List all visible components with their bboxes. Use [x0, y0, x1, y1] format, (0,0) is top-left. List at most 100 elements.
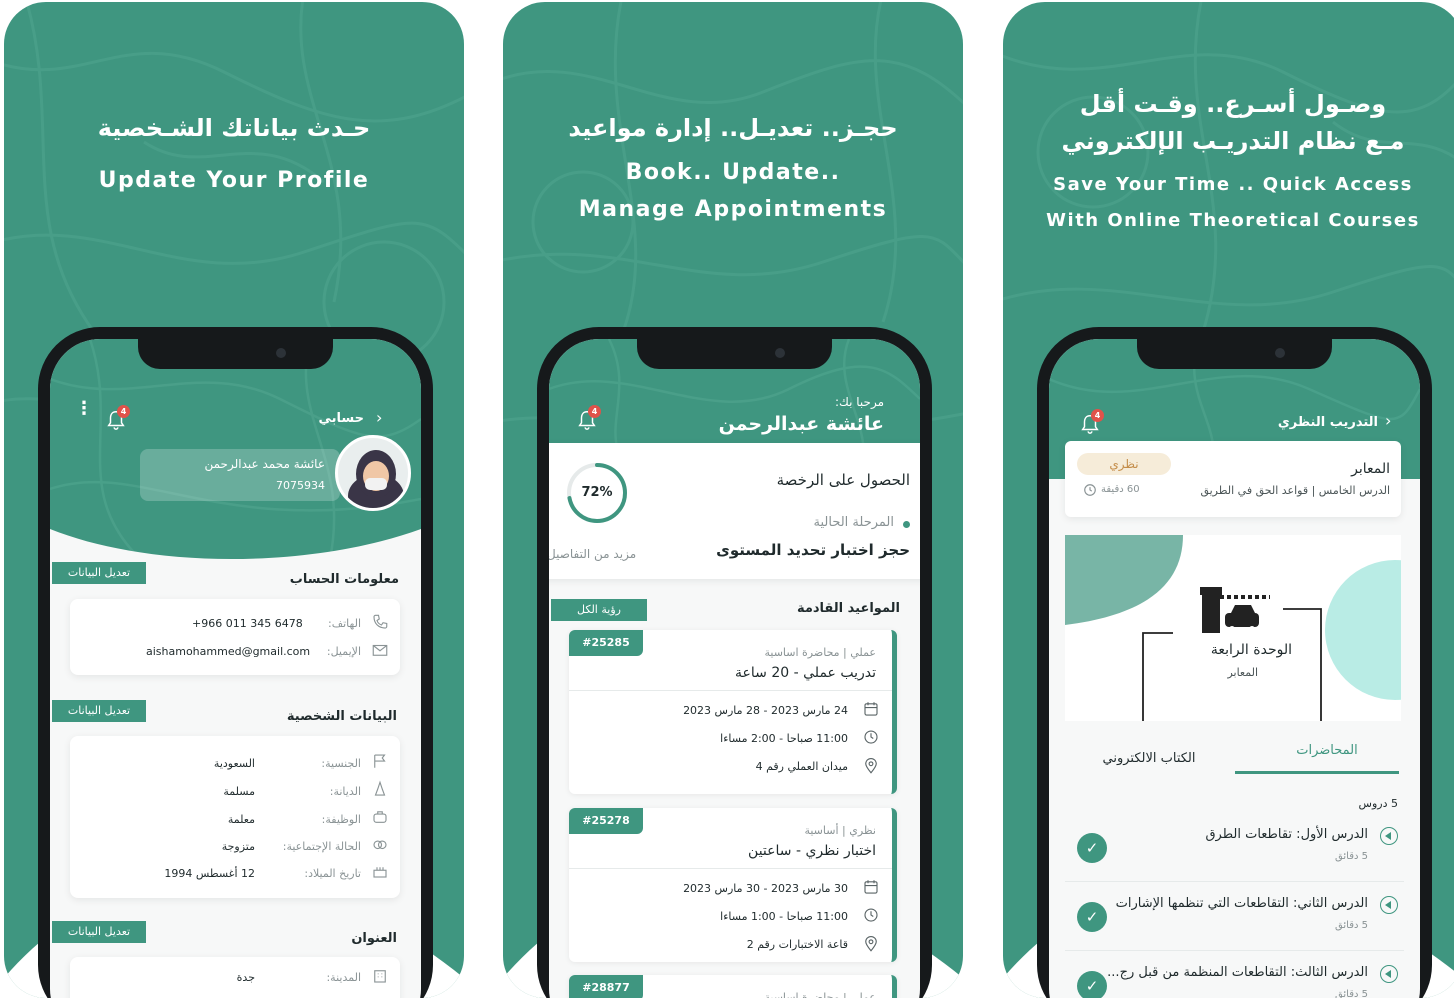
phone-value: +966 011 345 6478 — [192, 617, 303, 630]
phone-frame: › التدريب النظري 4 المعابر نظري الدرس ال… — [1037, 327, 1432, 998]
location-pin-icon — [865, 758, 877, 774]
cake-icon — [373, 867, 387, 878]
city-label: المدينة: — [326, 971, 361, 984]
appointment-card[interactable]: #28877 عملي | محاضرة اساسية — [569, 975, 897, 998]
headline-arabic: حـدث بياناتك الشـخصية — [97, 114, 371, 142]
more-menu-icon[interactable]: ⋮ — [75, 400, 93, 418]
divider — [1065, 881, 1404, 882]
marital-label: الحالة الإجتماعية: — [282, 840, 361, 853]
appointment-date: 30 مارس 2023 - 30 مارس 2023 — [683, 882, 848, 895]
appointment-card[interactable]: #25285 عملي | محاضرة اساسية تدريب عملي -… — [569, 630, 897, 794]
appointment-name: اختبار نظري - ساعتين — [748, 843, 876, 859]
avatar[interactable] — [335, 435, 411, 511]
tab-ebook[interactable]: الكتاب الالكتروني — [1069, 751, 1229, 766]
course-subtitle: الدرس الخامس | قواعد الحق في الطريق — [1200, 484, 1390, 497]
flag-icon — [374, 754, 386, 768]
appointment-id: #25278 — [569, 808, 643, 834]
tab-lectures[interactable]: المحاضرات — [1245, 743, 1409, 758]
more-details-link[interactable]: مزيد من التفاصيل — [549, 547, 636, 561]
phone-icon — [373, 614, 388, 629]
account-info-card — [70, 599, 400, 675]
phone-frame: › حسابي 4 ⋮ عائشة محمد عبدالرحمن 7075934… — [38, 327, 433, 998]
lesson-duration: 5 دقائق — [1335, 920, 1368, 931]
job-label: الوظيفة: — [321, 813, 361, 826]
notification-badge: 4 — [588, 405, 601, 418]
back-chevron-icon[interactable]: › — [376, 408, 382, 427]
birthdate-label: تاريخ الميلاد: — [304, 867, 361, 880]
appointment-time: 11:00 صباحا - 2:00 مساءا — [720, 732, 848, 745]
user-name: عائشة محمد عبدالرحمن — [204, 457, 325, 471]
pray-icon — [374, 780, 386, 796]
checkmark-icon: ✓ — [1077, 902, 1107, 932]
progress-percent: 72% — [581, 485, 613, 500]
divider — [569, 690, 892, 691]
edit-personal-button[interactable]: تعديل البيانات — [52, 700, 146, 722]
play-icon[interactable] — [1380, 896, 1398, 914]
headline-english-line1: Book.. Update.. — [625, 160, 841, 185]
clock-icon — [1084, 484, 1096, 496]
edit-account-button[interactable]: تعديل البيانات — [52, 562, 146, 584]
course-duration: 60 دقيقة — [1101, 484, 1140, 495]
appointment-type: نظري | أساسية — [804, 824, 876, 837]
phone-screen: › التدريب النظري 4 المعابر نظري الدرس ال… — [1049, 339, 1420, 998]
section-title-account: معلومات الحساب — [289, 572, 399, 587]
nationality-label: الجنسية: — [321, 757, 361, 770]
lesson-title[interactable]: الدرس الثالث: التقاطعات المنظمة من قبل ر… — [1107, 965, 1368, 980]
phone-label: الهاتف: — [328, 617, 361, 630]
play-icon[interactable] — [1380, 965, 1398, 983]
headline-arabic: حجـز.. تعديـل.. إدارة مواعيد — [568, 114, 898, 142]
play-icon[interactable] — [1380, 827, 1398, 845]
appointment-date: 24 مارس 2023 - 28 مارس 2023 — [683, 704, 848, 717]
user-name: عائشة عبدالرحمن — [718, 413, 884, 435]
phone-notch — [637, 339, 832, 369]
phone-screen: › حسابي 4 ⋮ عائشة محمد عبدالرحمن 7075934… — [50, 339, 421, 998]
screenshot-panel-theory: وصـول أسـرع.. وقـت أقل مـع نظام التدريـب… — [1003, 2, 1454, 998]
phone-frame: مرحبا بك: عائشة عبدالرحمن 4 72% مزيد من … — [537, 327, 932, 998]
religion-value: مسلمة — [223, 785, 255, 798]
marital-value: متزوجة — [221, 840, 255, 853]
job-icon — [373, 811, 387, 823]
mail-icon — [372, 644, 388, 656]
lesson-title[interactable]: الدرس الأول: تقاطعات الطرق — [1205, 827, 1368, 842]
lessons-count: 5 دروس — [1358, 797, 1398, 810]
notification-badge: 4 — [1091, 409, 1104, 422]
headline-english-line1: Save Your Time .. Quick Access — [1053, 174, 1413, 195]
religion-label: الديانة: — [329, 785, 361, 798]
appointment-time: 11:00 صباحا - 1:00 مساءا — [720, 910, 848, 923]
appointment-id: #28877 — [569, 975, 643, 998]
screenshot-panel-profile: حـدث بياناتك الشـخصية Update Your Profil… — [4, 2, 464, 998]
notification-badge: 4 — [117, 405, 130, 418]
nav-title: حسابي — [318, 411, 364, 426]
unit-title: الوحدة الرابعة — [1210, 642, 1292, 658]
section-title-address: العنوان — [351, 931, 397, 946]
job-value: معلمة — [227, 813, 255, 826]
appointment-place: قاعة الاختبارات رقم 2 — [746, 938, 848, 951]
lesson-duration: 5 دقائق — [1335, 851, 1368, 862]
unit-illustration — [1065, 535, 1420, 721]
checkmark-icon: ✓ — [1077, 833, 1107, 863]
phone-notch — [1137, 339, 1332, 369]
divider — [569, 868, 892, 869]
user-id: 7075934 — [276, 479, 325, 492]
section-title-personal: البيانات الشخصية — [286, 709, 397, 724]
lesson-duration: 5 دقائق — [1335, 989, 1368, 998]
appointment-type: عملي | محاضرة اساسية — [764, 991, 876, 998]
city-value: جدة — [236, 971, 255, 984]
headline-arabic-line2: مـع نظام التدريـب الإلكتروني — [1061, 127, 1405, 155]
appointment-id: #25285 — [569, 630, 643, 656]
headline-arabic-line1: وصـول أسـرع.. وقـت أقل — [1079, 90, 1387, 118]
phone-screen: مرحبا بك: عائشة عبدالرحمن 4 72% مزيد من … — [549, 339, 920, 998]
headline-english: Update Your Profile — [98, 168, 370, 193]
appointment-place: ميدان العملي رقم 4 — [755, 760, 848, 773]
view-all-button[interactable]: رؤية الكل — [551, 599, 647, 621]
lesson-title[interactable]: الدرس الثاني: التقاطعات التي تنظمها الإش… — [1116, 896, 1368, 911]
appointment-type: عملي | محاضرة اساسية — [764, 646, 876, 659]
appointment-card[interactable]: #25278 نظري | أساسية اختبار نظري - ساعتي… — [569, 808, 897, 962]
greeting: مرحبا بك: — [834, 395, 884, 409]
stage-value: حجز اختبار تحديد المستوى — [716, 541, 910, 559]
back-chevron-icon[interactable]: › — [1385, 411, 1391, 430]
calendar-icon — [864, 702, 878, 716]
screenshot-panel-appointments: حجـز.. تعديـل.. إدارة مواعيد Book.. Upda… — [503, 2, 963, 998]
edit-address-button[interactable]: تعديل البيانات — [52, 921, 146, 943]
course-title: المعابر — [1351, 461, 1390, 477]
